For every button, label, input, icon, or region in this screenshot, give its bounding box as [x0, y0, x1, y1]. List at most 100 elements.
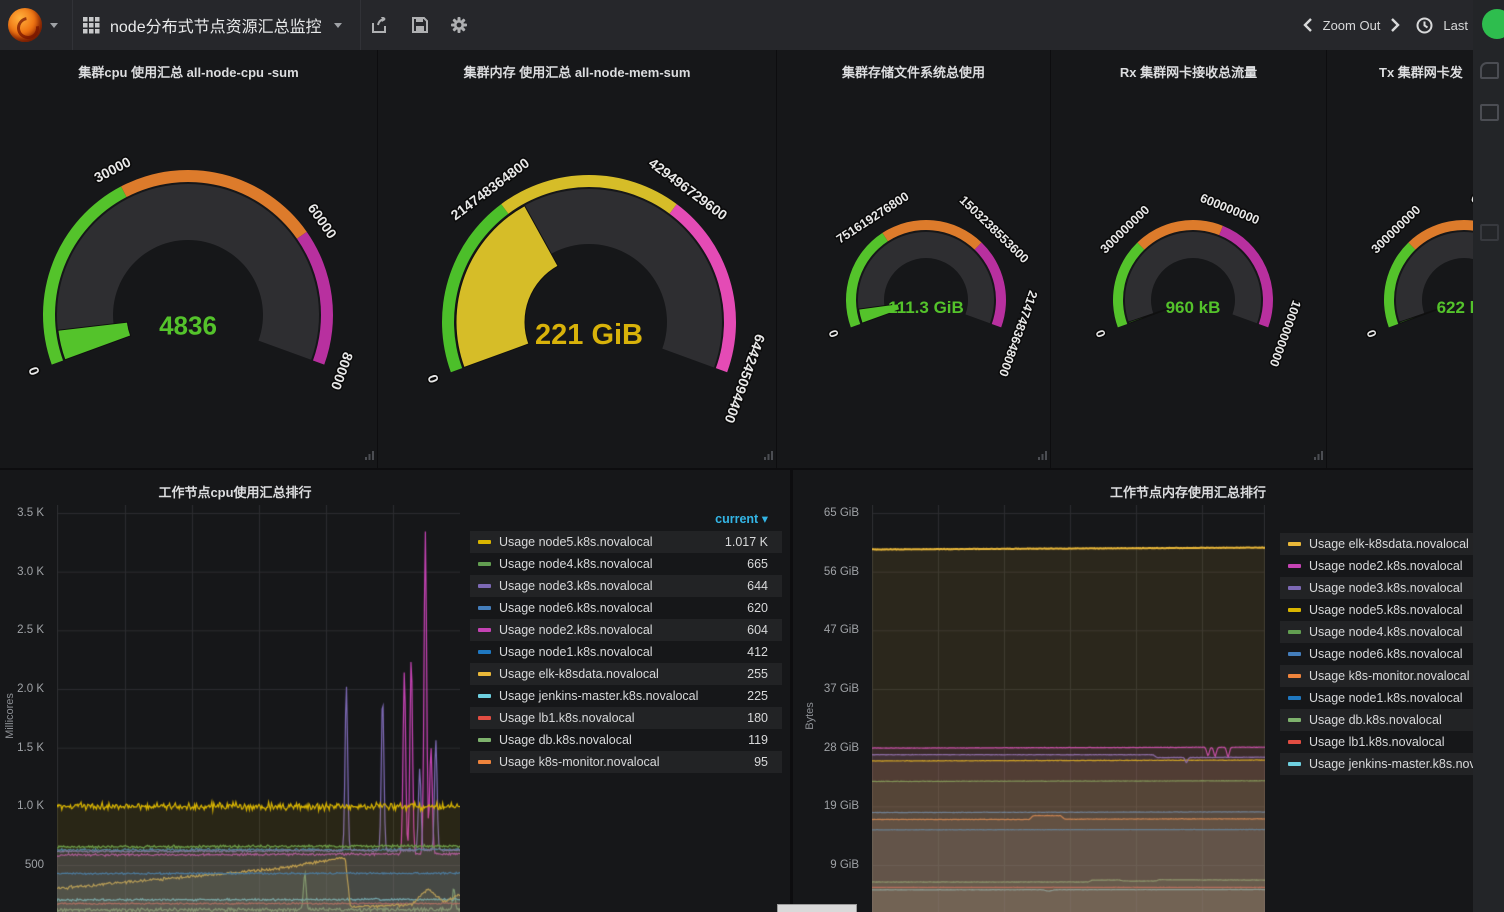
series-current-value: 665	[747, 557, 782, 571]
cpu-chart-plot[interactable]	[57, 505, 460, 912]
zoom-out-button[interactable]: Zoom Out	[1323, 18, 1381, 33]
series-current-value: 604	[747, 623, 782, 637]
navbar-time-controls: Zoom Out Last	[1303, 0, 1478, 50]
sidebar-box-icon[interactable]	[1480, 224, 1499, 241]
y-axis-tick: 19 GiB	[799, 799, 859, 813]
panel-resize-grip[interactable]	[763, 450, 774, 461]
series-color-swatch	[1288, 586, 1301, 590]
chevron-right-icon[interactable]	[1390, 18, 1400, 32]
panel-cluster-fs-gauge: 集群存储文件系统总使用 0751619276800150323855360021…	[777, 50, 1050, 468]
legend-item[interactable]: Usage node2.k8s.novalocal604	[470, 619, 782, 641]
series-label: Usage jenkins-master.k8s.novalocal	[499, 689, 747, 703]
y-axis-tick: 9 GiB	[799, 858, 859, 872]
legend-item[interactable]: Usage node4.k8s.novalocal665	[470, 553, 782, 575]
navbar: node分布式节点资源汇总监控 Zoom Out	[0, 0, 1504, 50]
panel-mem-ranking: 工作节点内存使用汇总排行 Bytes 65 GiB56 GiB47 GiB37 …	[793, 470, 1504, 912]
gauge-tick-label: 30000	[91, 153, 133, 185]
series-color-swatch	[1288, 762, 1301, 766]
y-axis-tick: 47 GiB	[799, 623, 859, 637]
chevron-left-icon[interactable]	[1303, 18, 1313, 32]
gauge-tick-label: 0	[25, 365, 43, 378]
series-color-swatch	[1288, 564, 1301, 568]
legend-item[interactable]: Usage elk-k8sdata.novalocal	[1280, 533, 1504, 555]
sort-caret-icon: ▾	[762, 512, 768, 526]
y-axis-tick: 3.5 K	[0, 506, 44, 520]
legend-item[interactable]: Usage elk-k8sdata.novalocal255	[470, 663, 782, 685]
series-current-value: 225	[747, 689, 782, 703]
grafana-logo[interactable]	[8, 8, 42, 42]
gauge-tick-label: 0	[424, 372, 442, 385]
save-button[interactable]	[412, 17, 428, 33]
y-axis-tick: 500	[0, 858, 44, 872]
mem-chart-plot[interactable]	[872, 505, 1265, 912]
gauge-tick-label: 60000	[305, 200, 341, 241]
share-arrow-icon[interactable]	[1480, 62, 1499, 79]
legend-item[interactable]: Usage node4.k8s.novalocal	[1280, 621, 1504, 643]
panel-title[interactable]: 工作节点cpu使用汇总排行	[0, 482, 470, 501]
legend-item[interactable]: Usage lb1.k8s.novalocal180	[470, 707, 782, 729]
gauge-tick-label: 0	[1364, 328, 1380, 339]
gauge: 03000060000800004836	[0, 50, 377, 468]
legend-item[interactable]: Usage node5.k8s.novalocal	[1280, 599, 1504, 621]
panel-resize-grip[interactable]	[364, 450, 375, 461]
series-current-value: 1.017 K	[725, 535, 782, 549]
legend-item[interactable]: Usage node3.k8s.novalocal644	[470, 575, 782, 597]
panel-cluster-cpu-gauge: 集群cpu 使用汇总 all-node-cpu -sum 03000060000…	[0, 50, 377, 468]
legend-item[interactable]: Usage node5.k8s.novalocal1.017 K	[470, 531, 782, 553]
cpu-legend: current ▾ Usage node5.k8s.novalocal1.017…	[470, 511, 782, 773]
series-current-value: 644	[747, 579, 782, 593]
dashboard-picker[interactable]: node分布式节点资源汇总监控	[72, 0, 361, 50]
gauge-tick-label: 0	[1093, 328, 1109, 339]
series-label: Usage node1.k8s.novalocal	[499, 645, 747, 659]
series-label: Usage k8s-monitor.novalocal	[499, 755, 754, 769]
panel-resize-grip[interactable]	[1313, 450, 1324, 461]
gauge: 0214748364800429496729600644245094400221…	[378, 50, 776, 468]
gauge-value: 960 kB	[1166, 298, 1221, 317]
legend-item[interactable]: Usage db.k8s.novalocal	[1280, 709, 1504, 731]
chevron-down-icon[interactable]	[50, 23, 58, 28]
panel-cluster-mem-gauge: 集群内存 使用汇总 all-node-mem-sum 0214748364800…	[378, 50, 776, 468]
series-color-swatch	[478, 672, 491, 676]
gauge-value: 111.3 GiB	[888, 298, 964, 317]
series-current-value: 95	[754, 755, 782, 769]
legend-item[interactable]: Usage node2.k8s.novalocal	[1280, 555, 1504, 577]
series-label: Usage node5.k8s.novalocal	[499, 535, 725, 549]
series-color-swatch	[1288, 674, 1301, 678]
share-button[interactable]	[372, 17, 390, 33]
legend-item[interactable]: Usage node3.k8s.novalocal	[1280, 577, 1504, 599]
legend-item[interactable]: Usage jenkins-master.k8s.novalocal225	[470, 685, 782, 707]
panel-resize-grip[interactable]	[1037, 450, 1048, 461]
series-current-value: 180	[747, 711, 782, 725]
y-axis-tick: 56 GiB	[799, 565, 859, 579]
series-color-swatch	[1288, 608, 1301, 612]
mem-legend: Usage elk-k8sdata.novalocalUsage node2.k…	[1280, 533, 1504, 775]
legend-item[interactable]: Usage db.k8s.novalocal119	[470, 729, 782, 751]
time-range-label: Last	[1443, 18, 1468, 33]
legend-item[interactable]: Usage node6.k8s.novalocal	[1280, 643, 1504, 665]
legend-item[interactable]: Usage node1.k8s.novalocal	[1280, 687, 1504, 709]
series-color-swatch	[478, 694, 491, 698]
series-color-swatch	[1288, 652, 1301, 656]
series-color-swatch	[1288, 542, 1301, 546]
legend-item[interactable]: Usage lb1.k8s.novalocal	[1280, 731, 1504, 753]
gauge: 03000000006000000001000000000960 kB	[1051, 50, 1326, 468]
panel-cpu-ranking: 工作节点cpu使用汇总排行 Millicores 3.5 K3.0 K2.5 K…	[0, 470, 790, 912]
series-color-swatch	[478, 650, 491, 654]
legend-item[interactable]: Usage node1.k8s.novalocal412	[470, 641, 782, 663]
dashboard-title: node分布式节点资源汇总监控	[110, 13, 322, 37]
legend-sort-current[interactable]: current ▾	[470, 511, 782, 531]
chat-bubble-icon[interactable]	[1482, 9, 1504, 39]
legend-item[interactable]: Usage k8s-monitor.novalocal	[1280, 665, 1504, 687]
legend-item[interactable]: Usage k8s-monitor.novalocal95	[470, 751, 782, 773]
y-axis-tick: 28 GiB	[799, 741, 859, 755]
settings-gear-icon[interactable]	[450, 16, 468, 34]
time-range-picker[interactable]: Last	[1416, 17, 1478, 34]
chevron-down-icon	[334, 23, 342, 28]
legend-item[interactable]: Usage jenkins-master.k8s.novalocal	[1280, 753, 1504, 775]
series-current-value: 412	[747, 645, 782, 659]
legend-item[interactable]: Usage node6.k8s.novalocal620	[470, 597, 782, 619]
grafana-dashboard: node分布式节点资源汇总监控 Zoom Out	[0, 0, 1504, 912]
sidebar-box-icon[interactable]	[1480, 104, 1499, 121]
horizontal-scrollbar-thumb[interactable]	[777, 904, 857, 912]
panel-title[interactable]: 工作节点内存使用汇总排行	[1110, 482, 1504, 501]
